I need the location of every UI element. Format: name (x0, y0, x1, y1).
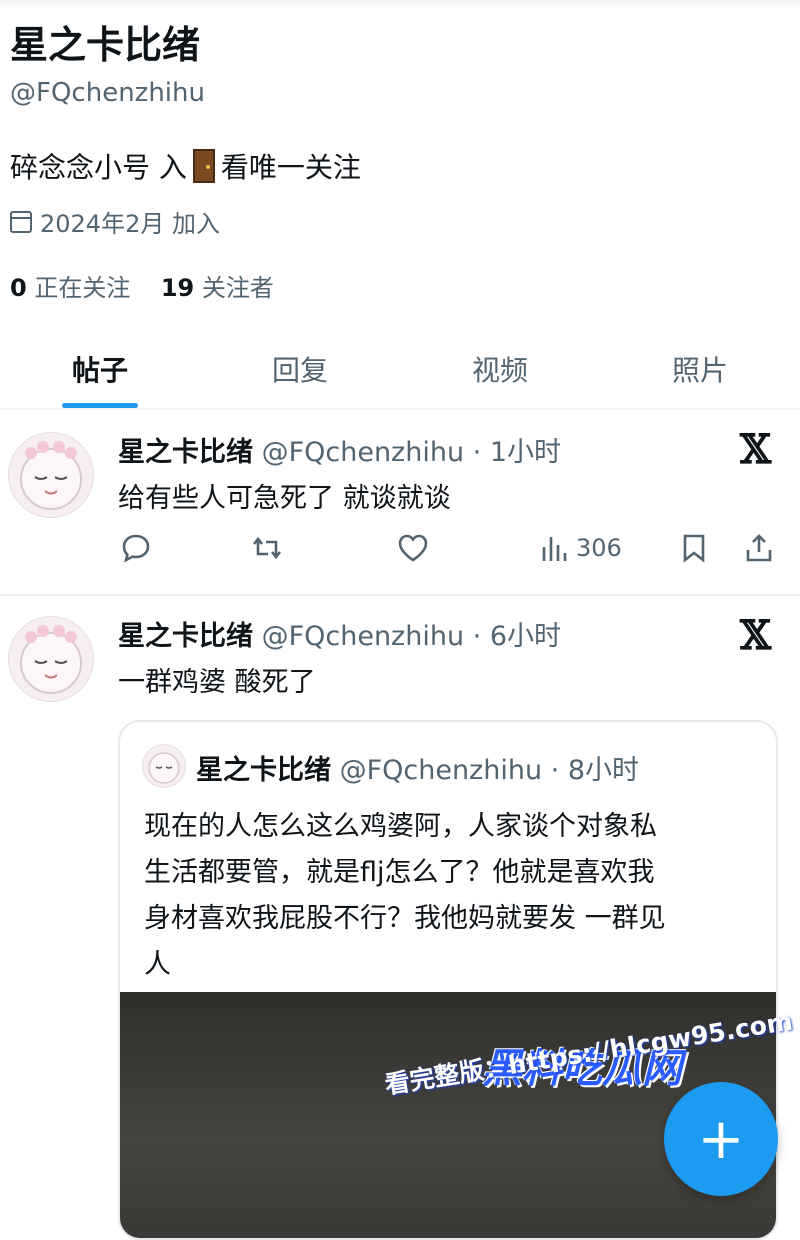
post-1-header: 星之卡比绪 @FQchenzhihu · 1小时 (118, 430, 561, 469)
followers-count: 19 (160, 274, 195, 302)
quote-header: 星之卡比绪 @FQchenzhihu · 8小时 (196, 748, 639, 787)
tab-replies[interactable]: 回复 (200, 330, 400, 408)
quote-handle-time: @FQchenzhihu · 8小时 (339, 755, 639, 786)
reply-button[interactable] (120, 532, 152, 564)
views-count: 306 (576, 534, 622, 562)
heart-icon (398, 534, 428, 562)
quote-line: 身材喜欢我屁股不行？我他妈就要发 一群见 (144, 903, 666, 934)
quote-author-name: 星之卡比绪 (196, 755, 331, 786)
bio-text-before: 碎念念小号 入 (10, 151, 187, 184)
post-2-text: 一群鸡婆 酸死了 (118, 667, 316, 698)
following-label: 正在关注 (34, 274, 131, 302)
tab-posts[interactable]: 帖子 (0, 330, 200, 408)
profile-tabs: 帖子 回复 视频 照片 (0, 330, 800, 408)
post-handle-time: @FQchenzhihu · 1小时 (261, 437, 561, 468)
x-logo-icon: 𝕏 (740, 612, 772, 659)
tab-videos[interactable]: 视频 (400, 330, 600, 408)
kirby-avatar-icon (20, 625, 82, 694)
follow-stats: 0 正在关注 19 关注者 (10, 268, 274, 303)
bio-text-after: 看唯一关注 (220, 151, 361, 184)
share-icon (746, 534, 772, 562)
top-edge (0, 0, 800, 8)
post-1-text: 给有些人可急死了 就谈就谈 (118, 483, 451, 514)
quote-line: 现在的人怎么这么鸡婆阿，人家谈个对象私 (144, 811, 657, 842)
profile-display-name: 星之卡比绪 (10, 23, 201, 67)
x-logo-icon: 𝕏 (740, 426, 772, 473)
repost-icon (252, 536, 282, 560)
bookmark-button[interactable] (680, 532, 708, 564)
joined-date: 2024年2月 加入 (10, 204, 220, 239)
bar-chart-icon (542, 537, 567, 561)
quote-text: 现在的人怎么这么鸡婆阿，人家谈个对象私 生活都要管，就是flj怎么了？他就是喜欢… (144, 804, 666, 988)
like-button[interactable] (396, 532, 430, 564)
avatar[interactable] (8, 616, 94, 702)
door-icon (192, 149, 215, 183)
avatar[interactable] (8, 432, 94, 518)
kirby-avatar-icon (20, 441, 82, 510)
share-button[interactable] (744, 532, 774, 564)
repost-button[interactable] (250, 532, 284, 564)
quote-avatar (142, 744, 186, 788)
joined-text: 2024年2月 加入 (40, 210, 220, 238)
followers-label: 关注者 (201, 274, 274, 302)
followers-link[interactable]: 19 关注者 (161, 274, 274, 302)
kirby-avatar-icon (148, 752, 180, 784)
following-link[interactable]: 0 正在关注 (10, 274, 130, 302)
post-1-actions: 306 (0, 528, 800, 568)
following-count: 0 (10, 274, 27, 302)
post-author-name[interactable]: 星之卡比绪 (118, 437, 253, 468)
reply-icon (122, 534, 150, 563)
quote-line: 生活都要管，就是flj怎么了？他就是喜欢我 (144, 857, 655, 888)
tab-photos[interactable]: 照片 (600, 330, 800, 408)
post-author-name[interactable]: 星之卡比绪 (118, 621, 253, 652)
profile-bio: 碎念念小号 入 看唯一关注 (10, 146, 361, 186)
calendar-icon (10, 210, 32, 233)
quote-line: 人 (144, 949, 171, 980)
profile-handle: @FQchenzhihu (10, 78, 205, 108)
views-button[interactable]: 306 (540, 533, 622, 563)
post-handle-time: @FQchenzhihu · 6小时 (261, 621, 561, 652)
post-2-header: 星之卡比绪 @FQchenzhihu · 6小时 (118, 614, 561, 653)
bookmark-icon (683, 534, 705, 563)
compose-button[interactable]: + (664, 1082, 778, 1196)
